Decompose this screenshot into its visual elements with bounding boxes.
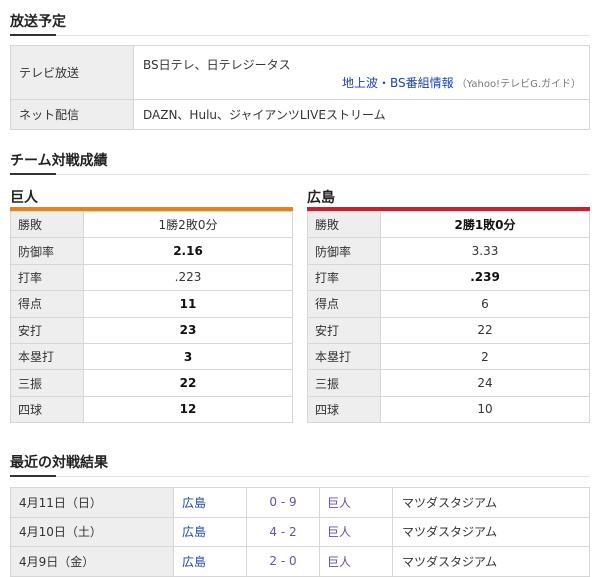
home-stat-label: 得点 — [10, 290, 84, 318]
result-score-link[interactable]: 0 - 9 — [246, 487, 320, 518]
broadcast-row-tv: テレビ放送 BS日テレ、日テレジータス 地上波・BS番組情報 （Yahoo!テレビ… — [10, 45, 590, 100]
result-venue: マツダスタジアム — [392, 487, 590, 518]
home-stat-value: 3 — [83, 342, 293, 371]
away-stat-value: 24 — [380, 369, 590, 397]
result-score-link[interactable]: 2 - 0 — [246, 546, 320, 577]
away-stat-label: 本塁打 — [307, 342, 381, 371]
result-venue: マツダスタジアム — [392, 546, 590, 577]
away-stat-label: 防御率 — [307, 237, 381, 265]
tv-guide: 地上波・BS番組情報 （Yahoo!テレビG.ガイド） — [342, 74, 581, 91]
home-stat-value: 22 — [83, 369, 293, 397]
away-stat-label: 安打 — [307, 316, 381, 344]
home-stat-label: 防御率 — [10, 237, 84, 265]
away-stat-value: 2 — [380, 342, 590, 371]
home-stat-row: 三振 22 — [10, 369, 293, 397]
home-stat-value: 12 — [83, 395, 293, 424]
result-team2-link[interactable]: 巨人 — [319, 487, 393, 518]
result-team2-link[interactable]: 巨人 — [319, 546, 393, 577]
home-stat-label: 本塁打 — [10, 342, 84, 371]
result-venue: マツダスタジアム — [392, 516, 590, 548]
result-row: 4月11日（日） 広島 0 - 9 巨人 マツダスタジアム — [10, 487, 590, 518]
home-stat-row: 勝敗 1勝2敗0分 — [10, 210, 293, 239]
home-stat-label: 三振 — [10, 369, 84, 397]
result-team1-link[interactable]: 広島 — [173, 546, 247, 577]
matchup-section-title: チーム対戦成績 — [10, 153, 108, 169]
broadcast-value-net: DAZN、Hulu、ジャイアンツLIVEストリーム — [133, 99, 590, 130]
result-row: 4月10日（土） 広島 4 - 2 巨人 マツダスタジアム — [10, 516, 590, 548]
result-date: 4月9日（金） — [10, 546, 174, 577]
home-stat-row: 防御率 2.16 — [10, 237, 293, 265]
home-stats-table: 勝敗 1勝2敗0分 防御率 2.16 打率 .223 得点 11 安打 23 本塁打 3 三振 22 四球 1… — [10, 210, 293, 424]
away-stat-row: 得点 6 — [307, 290, 590, 318]
away-stat-row: 打率 .239 — [307, 263, 590, 292]
tv-guide-link[interactable]: 地上波・BS番組情報 — [342, 76, 454, 90]
result-team2-link[interactable]: 巨人 — [319, 516, 393, 548]
tv-channels: BS日テレ、日テレジータス — [143, 58, 291, 72]
home-stat-label: 安打 — [10, 316, 84, 344]
away-stat-value: 2勝1敗0分 — [380, 210, 590, 239]
home-stat-value: 11 — [83, 290, 293, 318]
away-stats-table: 勝敗 2勝1敗0分 防御率 3.33 打率 .239 得点 6 安打 22 本塁打 2 三振 24 四球 10 — [307, 210, 590, 424]
broadcast-value-tv: BS日テレ、日テレジータス 地上波・BS番組情報 （Yahoo!テレビG.ガイド） — [133, 45, 590, 100]
recent-section-rule — [10, 475, 590, 477]
home-stat-value: 1勝2敗0分 — [83, 210, 293, 239]
result-date: 4月11日（日） — [10, 487, 174, 518]
home-stat-row: 四球 12 — [10, 395, 293, 424]
home-stat-label: 打率 — [10, 263, 84, 292]
recent-section-title: 最近の対戦結果 — [10, 455, 108, 471]
away-stat-value: 6 — [380, 290, 590, 318]
away-stat-label: 勝敗 — [307, 210, 381, 239]
away-stat-row: 安打 22 — [307, 316, 590, 344]
home-stat-value: 2.16 — [83, 237, 293, 265]
home-stat-label: 勝敗 — [10, 210, 84, 239]
away-stat-value: 3.33 — [380, 237, 590, 265]
away-stat-value: 10 — [380, 395, 590, 424]
away-stat-row: 防御率 3.33 — [307, 237, 590, 265]
away-stat-label: 四球 — [307, 395, 381, 424]
broadcast-label-net: ネット配信 — [10, 99, 134, 130]
result-team1-link[interactable]: 広島 — [173, 516, 247, 548]
away-stat-label: 打率 — [307, 263, 381, 292]
result-date: 4月10日（土） — [10, 516, 174, 548]
home-stat-row: 打率 .223 — [10, 263, 293, 292]
result-score-link[interactable]: 4 - 2 — [246, 516, 320, 548]
home-team-name: 巨人 — [10, 190, 38, 206]
home-stat-row: 安打 23 — [10, 316, 293, 344]
tv-guide-note: （Yahoo!テレビG.ガイド） — [456, 79, 581, 90]
away-stat-row: 四球 10 — [307, 395, 590, 424]
home-stat-value: 23 — [83, 316, 293, 344]
matchup-section-rule — [10, 173, 590, 175]
away-stat-value: 22 — [380, 316, 590, 344]
broadcast-table: テレビ放送 BS日テレ、日テレジータス 地上波・BS番組情報 （Yahoo!テレビ… — [10, 45, 590, 130]
away-stat-value: .239 — [380, 263, 590, 292]
broadcast-section-title: 放送予定 — [10, 14, 66, 30]
result-team1-link[interactable]: 広島 — [173, 487, 247, 518]
away-stat-label: 三振 — [307, 369, 381, 397]
away-team-name: 広島 — [307, 190, 335, 206]
broadcast-section-rule — [10, 34, 590, 36]
broadcast-row-net: ネット配信 DAZN、Hulu、ジャイアンツLIVEストリーム — [10, 99, 590, 130]
away-stat-row: 勝敗 2勝1敗0分 — [307, 210, 590, 239]
result-row: 4月9日（金） 広島 2 - 0 巨人 マツダスタジアム — [10, 546, 590, 577]
away-stat-row: 本塁打 2 — [307, 342, 590, 371]
home-stat-value: .223 — [83, 263, 293, 292]
home-stat-row: 本塁打 3 — [10, 342, 293, 371]
recent-results-table: 4月11日（日） 広島 0 - 9 巨人 マツダスタジアム 4月10日（土） 広島 4 - 2… — [10, 487, 590, 577]
broadcast-label-tv: テレビ放送 — [10, 45, 134, 100]
away-stat-label: 得点 — [307, 290, 381, 318]
home-stat-row: 得点 11 — [10, 290, 293, 318]
away-stat-row: 三振 24 — [307, 369, 590, 397]
home-stat-label: 四球 — [10, 395, 84, 424]
